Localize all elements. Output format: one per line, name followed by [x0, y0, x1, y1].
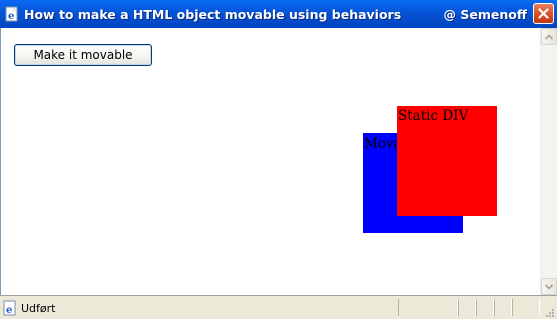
resize-grip-icon	[546, 309, 554, 317]
status-text: Udført	[21, 301, 56, 315]
status-bar: e Udført	[0, 295, 557, 319]
chevron-up-icon	[545, 33, 553, 40]
ie-page-icon: e	[2, 300, 18, 316]
static-div: Static DIV	[397, 106, 497, 216]
svg-text:e: e	[8, 11, 14, 22]
status-pane-2	[458, 299, 476, 316]
ie-page-icon: e	[4, 6, 20, 22]
close-button[interactable]	[533, 3, 554, 24]
browser-window: e How to make a HTML object movable usin…	[0, 0, 557, 319]
svg-text:e: e	[6, 305, 12, 316]
status-pane-3	[476, 299, 494, 316]
scroll-track[interactable]	[541, 45, 557, 278]
close-icon	[538, 8, 549, 19]
vertical-scrollbar[interactable]	[540, 28, 557, 295]
status-pane-5	[512, 299, 540, 316]
status-main-pane: e Udført	[2, 299, 55, 317]
title-bar[interactable]: e How to make a HTML object movable usin…	[0, 0, 557, 28]
page-content: Make it movable Movable DIV Static DIV	[0, 28, 540, 295]
scroll-down-button[interactable]	[541, 278, 557, 295]
scroll-up-button[interactable]	[541, 28, 557, 45]
status-pane-1	[398, 299, 458, 316]
chevron-down-icon	[545, 283, 553, 290]
status-pane-4	[494, 299, 512, 316]
window-title: How to make a HTML object movable using …	[24, 6, 402, 22]
window-title-author: @ Semenoff	[443, 6, 527, 22]
resize-grip[interactable]	[543, 305, 555, 317]
make-movable-button[interactable]: Make it movable	[14, 44, 152, 66]
